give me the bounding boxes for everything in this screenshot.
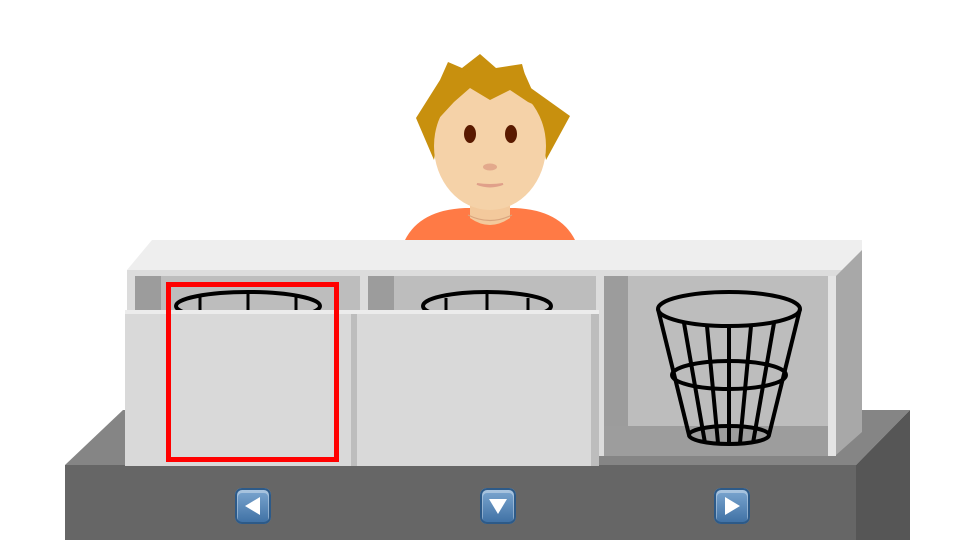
- move-left-button[interactable]: triangle-left-icon: [235, 488, 271, 524]
- selection-highlight: [166, 282, 339, 462]
- move-down-button[interactable]: triangle-down-icon: [480, 488, 516, 524]
- wastebasket-icon: [656, 290, 802, 446]
- triangle-right-icon: [725, 497, 740, 515]
- move-right-button[interactable]: triangle-right-icon: [714, 488, 750, 524]
- triangle-left-icon: [245, 497, 260, 515]
- triangle-down-icon: [489, 499, 507, 514]
- booth-cover-2[interactable]: [357, 310, 599, 466]
- game-scene: triangle-left-icon triangle-down-icon tr…: [0, 0, 960, 540]
